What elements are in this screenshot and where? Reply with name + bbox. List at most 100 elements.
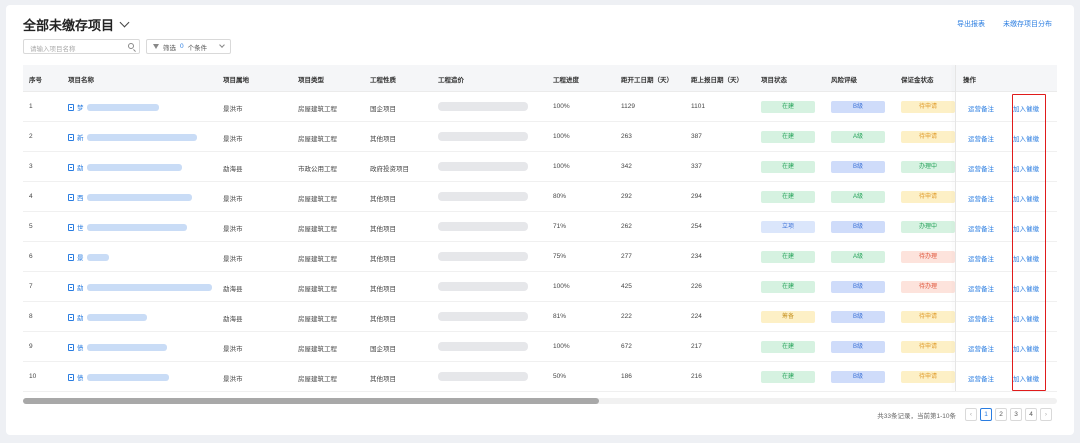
project-type: 房屋建筑工程 [298, 226, 337, 233]
project-name-link[interactable]: 债 [68, 342, 167, 352]
table-row: 10 债 景洪市 房屋建筑工程 其他项目 50% 186 216 在建 B级 待… [23, 362, 1057, 392]
document-icon [68, 313, 74, 321]
status-badge: 在建 [761, 371, 815, 383]
risk-badge: B级 [831, 101, 885, 113]
status-badge: 在建 [761, 281, 815, 293]
project-type: 房屋建筑工程 [298, 316, 337, 323]
project-location: 景洪市 [223, 376, 243, 383]
project-type: 房屋建筑工程 [298, 376, 337, 383]
deposit-status-badge: 待申请 [901, 101, 955, 113]
project-nature: 其他项目 [370, 376, 396, 383]
page-button[interactable]: 3 [1010, 408, 1022, 421]
project-cost-redacted [438, 252, 528, 261]
risk-badge: B级 [831, 221, 885, 233]
project-name-link[interactable]: 景 [68, 252, 109, 262]
days-since-report: 217 [691, 343, 702, 350]
search-input[interactable]: 请输入项目名称 [23, 39, 140, 54]
project-nature: 其他项目 [370, 316, 396, 323]
risk-badge: A级 [831, 191, 885, 203]
status-badge: 在建 [761, 191, 815, 203]
project-name-prefix: 勐 [77, 315, 84, 322]
status-badge: 立项 [761, 221, 815, 233]
project-name-redacted [86, 223, 187, 231]
deposit-status-badge: 待申请 [901, 131, 955, 143]
deposit-status-badge: 待申请 [901, 341, 955, 353]
horizontal-scrollbar[interactable] [23, 398, 1057, 404]
project-name-prefix: 勐 [77, 165, 84, 172]
ops-remark-link[interactable]: 运营备注 [968, 283, 994, 293]
days-since-start: 263 [621, 133, 632, 140]
ops-remark-link[interactable]: 运营备注 [968, 103, 994, 113]
risk-badge: A级 [831, 251, 885, 263]
status-badge: 在建 [761, 131, 815, 143]
page-title-text: 全部未缴存项目 [23, 18, 115, 33]
project-name-link[interactable]: 勐 [68, 282, 212, 292]
project-name-redacted [86, 133, 197, 141]
status-badge: 在建 [761, 251, 815, 263]
project-name-link[interactable]: 梦 [68, 102, 159, 112]
project-nature: 其他项目 [370, 136, 396, 143]
distribution-link[interactable]: 未缴存项目分布 [1003, 19, 1052, 29]
next-page-button[interactable]: › [1040, 408, 1052, 421]
risk-badge: B级 [831, 311, 885, 323]
deposit-status-badge: 待申请 [901, 191, 955, 203]
days-since-report: 234 [691, 253, 702, 260]
export-report-link[interactable]: 导出报表 [957, 19, 985, 29]
page-button[interactable]: 1 [980, 408, 992, 421]
ops-remark-link[interactable]: 运营备注 [968, 313, 994, 323]
project-name-prefix: 债 [77, 345, 84, 352]
project-name-link[interactable]: 世 [68, 222, 187, 232]
days-since-start: 186 [621, 373, 632, 380]
ops-remark-link[interactable]: 运营备注 [968, 223, 994, 233]
main-card: 全部未缴存项目 导出报表 未缴存项目分布 请输入项目名称 筛选 0 个条件 序号… [6, 5, 1074, 435]
project-name-link[interactable]: 债 [68, 372, 169, 382]
project-name-link[interactable]: 新 [68, 132, 197, 142]
row-number: 2 [29, 133, 33, 140]
risk-badge: A级 [831, 131, 885, 143]
filter-dropdown[interactable]: 筛选 0 个条件 [146, 39, 231, 54]
project-name-link[interactable]: 勐 [68, 162, 182, 172]
ops-remark-link[interactable]: 运营备注 [968, 163, 994, 173]
project-cost-redacted [438, 282, 528, 291]
page-title[interactable]: 全部未缴存项目 [23, 15, 130, 34]
scrollbar-thumb[interactable] [23, 398, 599, 404]
row-number: 10 [29, 373, 37, 380]
project-name-link[interactable]: 西 [68, 192, 192, 202]
project-nature: 其他项目 [370, 226, 396, 233]
project-location: 景洪市 [223, 106, 243, 113]
project-name-prefix: 梦 [77, 105, 84, 112]
page-button[interactable]: 4 [1025, 408, 1037, 421]
project-progress: 81% [553, 313, 567, 320]
project-name-link[interactable]: 勐 [68, 312, 147, 322]
days-since-start: 222 [621, 313, 632, 320]
highlight-box [1012, 94, 1046, 391]
project-name-redacted [86, 313, 147, 321]
chevron-down-icon[interactable] [119, 17, 130, 28]
status-badge: 筹备 [761, 311, 815, 323]
deposit-status-badge: 待申请 [901, 371, 955, 383]
ops-remark-link[interactable]: 运营备注 [968, 193, 994, 203]
project-type: 房屋建筑工程 [298, 256, 337, 263]
days-since-start: 672 [621, 343, 632, 350]
column-header: 操作 [963, 77, 976, 84]
ops-remark-link[interactable]: 运营备注 [968, 133, 994, 143]
ops-remark-link[interactable]: 运营备注 [968, 253, 994, 263]
column-header: 项目属地 [223, 77, 249, 84]
search-icon[interactable] [128, 43, 134, 49]
project-nature: 国企项目 [370, 106, 396, 113]
ops-remark-link[interactable]: 运营备注 [968, 373, 994, 383]
row-number: 7 [29, 283, 33, 290]
chevron-down-icon [219, 42, 225, 48]
document-icon [68, 193, 74, 201]
filter-count: 0 [180, 43, 184, 50]
project-cost-redacted [438, 372, 528, 381]
table-row: 7 勐 勐海县 房屋建筑工程 其他项目 100% 425 226 在建 B级 待… [23, 272, 1057, 302]
table-row: 2 新 景洪市 房屋建筑工程 其他项目 100% 263 387 在建 A级 待… [23, 122, 1057, 152]
page-button[interactable]: 2 [995, 408, 1007, 421]
deposit-status-badge: 办理中 [901, 161, 955, 173]
project-nature: 国企项目 [370, 346, 396, 353]
prev-page-button[interactable]: ‹ [965, 408, 977, 421]
ops-remark-link[interactable]: 运营备注 [968, 343, 994, 353]
pagination-summary: 共33条记录，当前第1-10条 [877, 412, 956, 420]
project-location: 景洪市 [223, 226, 243, 233]
